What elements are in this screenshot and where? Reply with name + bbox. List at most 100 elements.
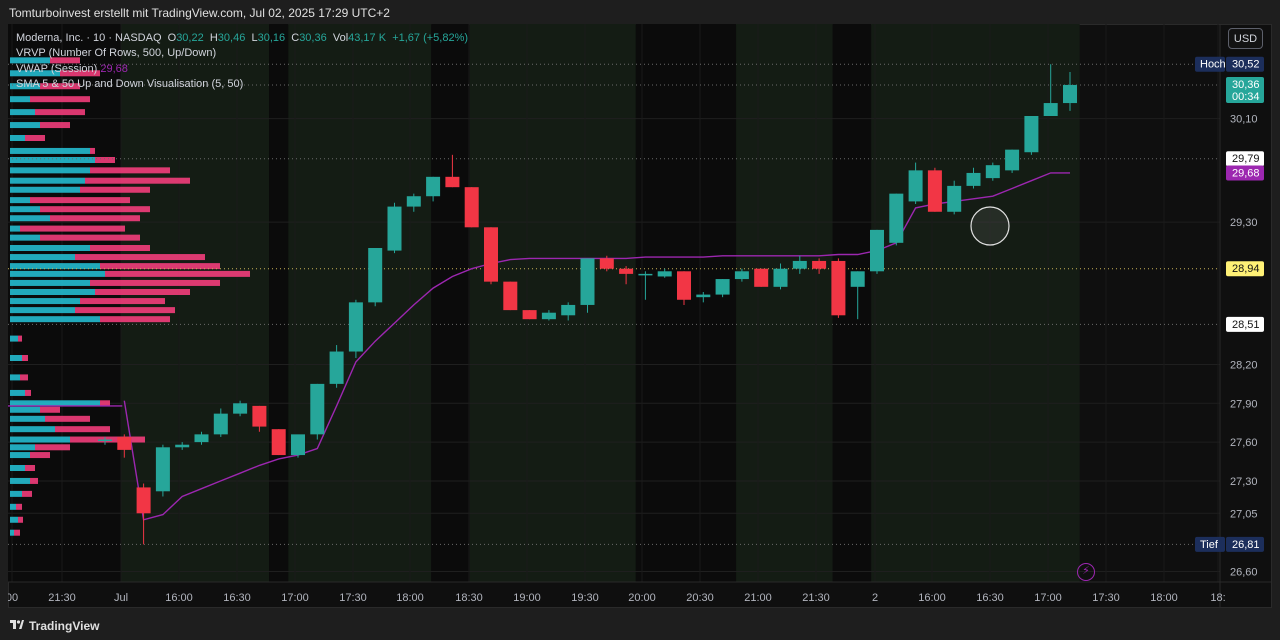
legend-ohlc-row: Moderna, Inc. · 10 · NASDAQ O30,22 H30,4…	[16, 31, 468, 46]
profile-bar-down	[80, 298, 165, 305]
profile-bar-down	[30, 96, 90, 103]
time-tick-label: 17:00	[1034, 592, 1062, 604]
price-tag-value: 28,51	[1232, 319, 1260, 331]
candle-body	[638, 273, 653, 276]
profile-bar-up	[10, 335, 18, 342]
profile-bar-down	[25, 465, 35, 471]
profile-bar-up	[10, 157, 95, 163]
profile-bar-up	[10, 263, 100, 270]
profile-bar-down	[40, 206, 150, 213]
candle-body	[348, 302, 363, 352]
candle-body	[233, 403, 248, 414]
candle-body	[1043, 103, 1058, 116]
candle-body	[445, 176, 460, 188]
session-backgrounds	[8, 24, 1080, 582]
profile-bar-down	[16, 503, 22, 510]
profile-bar-up	[10, 135, 25, 141]
time-tick-label: 21:30	[802, 592, 830, 604]
legend-vwap[interactable]: VWAP (Session) 29,68	[16, 62, 468, 77]
legend-low: 30,16	[257, 32, 286, 44]
candle-body	[484, 227, 498, 282]
tradingview-logo-icon	[10, 620, 24, 629]
profile-bar-up	[10, 177, 85, 184]
time-tick-label: Jul	[114, 592, 128, 604]
candle-body	[696, 294, 711, 298]
profile-bar-up	[10, 215, 50, 222]
candle-body	[734, 271, 749, 280]
candlestick-chart[interactable]: 30,10 29,30 28,20 27,90 27,60 27,30 27,05 26,60…	[8, 24, 1272, 608]
profile-bar-up	[10, 406, 40, 413]
profile-bar-down	[30, 197, 130, 204]
candle-body	[580, 258, 595, 305]
profile-bar-down	[25, 135, 45, 141]
candle-body	[387, 206, 402, 251]
price-tick-label: 27,05	[1230, 508, 1258, 520]
profile-bar-up	[10, 503, 16, 510]
price-tick-label: 28,20	[1230, 359, 1258, 371]
candle-body	[541, 312, 556, 320]
candle-body	[406, 196, 421, 207]
profile-bar-down	[30, 452, 50, 459]
candle-body	[908, 170, 923, 202]
session-band	[736, 24, 833, 582]
profile-bar-up	[10, 415, 45, 422]
profile-bar-down	[18, 516, 23, 523]
time-tick-label: 20:30	[686, 592, 714, 604]
legend-o-label: O	[167, 32, 177, 44]
profile-bar-up	[10, 234, 40, 241]
candle-body	[98, 439, 112, 442]
legend-vrvp[interactable]: VRVP (Number Of Rows, 500, Up/Down)	[16, 46, 468, 61]
time-tick-label: 2	[872, 592, 878, 604]
profile-bar-down	[80, 186, 150, 193]
candle-body	[773, 268, 788, 287]
legend-change: +1,67 (+5,82%)	[392, 32, 469, 44]
candle-body	[155, 447, 170, 492]
time-tick-label: 16:30	[976, 592, 1004, 604]
candle-body	[889, 193, 904, 243]
time-tick-label: 16:00	[165, 592, 193, 604]
profile-bar-down	[35, 444, 70, 451]
candle-body	[677, 271, 691, 300]
price-tick-label: 26,60	[1230, 567, 1258, 579]
profile-bar-up	[10, 147, 90, 154]
profile-bar-down	[14, 529, 20, 536]
time-tick-label: 21:30	[48, 592, 76, 604]
profile-bar-down	[40, 406, 60, 413]
candle-body	[1024, 116, 1039, 153]
price-tag-value: 28,94	[1232, 263, 1260, 275]
price-tick-label: 30,10	[1230, 114, 1258, 126]
candle-body	[985, 165, 1000, 179]
candle-body	[329, 351, 344, 384]
currency-button[interactable]: USD	[1228, 28, 1263, 49]
profile-bar-up	[10, 96, 30, 103]
time-tick-label: 18:30	[455, 592, 483, 604]
lightning-icon[interactable]: ⚡	[1077, 563, 1095, 581]
profile-bar-down	[90, 245, 150, 251]
time-axis[interactable]: 00 21:30 Jul 16:00 16:30 17:00 17:30 18:00 18:30…	[8, 592, 1226, 604]
time-tick-label: 21:00	[744, 592, 772, 604]
profile-bar-up	[10, 316, 100, 323]
time-tick-label: 17:30	[1092, 592, 1120, 604]
price-tag-value: 29,79	[1232, 153, 1260, 165]
candle-body	[503, 281, 518, 311]
profile-bar-down	[20, 374, 28, 381]
price-tag-value: 26,81	[1232, 539, 1260, 551]
profile-bar-up	[10, 389, 25, 396]
session-band	[178, 24, 270, 582]
profile-bar-up	[10, 355, 22, 361]
price-tick-label: 27,60	[1230, 437, 1258, 449]
candle-body	[213, 413, 228, 435]
candle-body	[599, 258, 614, 269]
legend-sma[interactable]: SMA 5 & 50 Up and Down Visualisation (5,…	[16, 77, 468, 92]
profile-bar-down	[25, 389, 31, 396]
time-tick-label: 17:30	[339, 592, 367, 604]
legend-c-label: C	[291, 32, 300, 44]
profile-bar-up	[10, 225, 20, 232]
profile-bar-down	[20, 225, 125, 232]
profile-bar-down	[90, 167, 170, 174]
time-tick-label: 20:00	[628, 592, 656, 604]
profile-bar-up	[10, 465, 25, 471]
profile-bar-down	[35, 109, 85, 116]
profile-bar-up	[10, 289, 95, 295]
price-axis[interactable]: 30,10 29,30 28,20 27,90 27,60 27,30 27,05 26,60	[1230, 114, 1258, 579]
